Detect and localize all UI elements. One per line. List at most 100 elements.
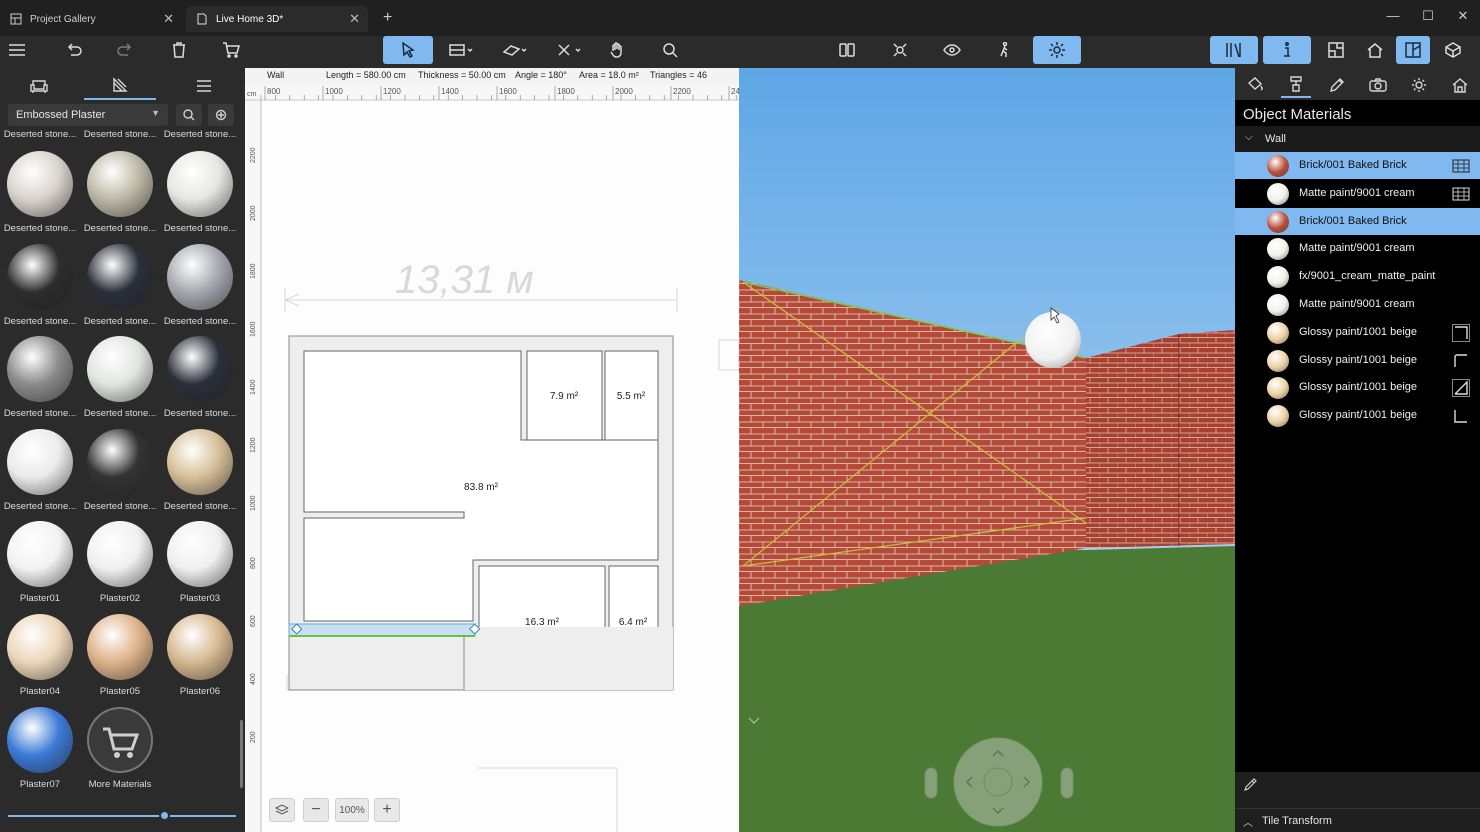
tab-materials[interactable] (84, 72, 156, 100)
material-swatch[interactable]: More Materials (80, 706, 160, 797)
material-swatch[interactable]: Deserted stone... (160, 151, 240, 241)
material-swatch[interactable]: Plaster04 (0, 614, 80, 704)
close-icon[interactable]: ✕ (349, 11, 360, 27)
walk-button[interactable] (987, 36, 1021, 64)
close-window-button[interactable]: ✕ (1448, 4, 1478, 28)
material-row[interactable]: Matte paint/9001 cream (1235, 235, 1480, 262)
tab-list[interactable] (168, 72, 240, 100)
split-view-button[interactable] (830, 36, 864, 64)
material-row[interactable]: Glossy paint/1001 beige (1235, 347, 1480, 374)
material-swatch[interactable]: Deserted stone... (0, 151, 80, 241)
delete-button[interactable] (162, 36, 196, 64)
layers-button[interactable] (269, 798, 295, 822)
3d-view-button[interactable] (1436, 36, 1470, 64)
house-icon (1452, 78, 1468, 93)
select-tool-button[interactable] (383, 36, 433, 64)
cart-icon (87, 706, 153, 773)
material-swatch[interactable]: Plaster07 (0, 706, 80, 797)
split-3d-button[interactable] (1396, 36, 1430, 64)
tile-transform-section[interactable]: ︿ Tile Transform (1235, 808, 1480, 832)
corner-icon[interactable] (1452, 407, 1470, 425)
wall-tool-button[interactable] (440, 36, 482, 64)
material-swatch[interactable]: Plaster02 (80, 521, 160, 611)
zoom-in-button[interactable]: + (374, 798, 400, 822)
search-button[interactable] (176, 104, 202, 126)
category-select[interactable]: Embossed Plaster ▼ (8, 104, 168, 126)
plan-view-button[interactable] (1319, 36, 1353, 64)
trash-icon (173, 42, 185, 58)
plan-canvas[interactable]: 800 1000 1200 1400 1600 1800 2000 2200 24 2200 20… (245, 68, 739, 832)
tab-project-gallery[interactable]: Project Gallery ✕ (0, 6, 182, 32)
slider-handle[interactable] (159, 810, 170, 821)
daylight-button[interactable] (1033, 36, 1081, 64)
tab-object[interactable] (1240, 72, 1270, 98)
minimize-button[interactable]: — (1378, 4, 1408, 28)
thumbnail-size-slider[interactable] (8, 815, 236, 817)
maximize-button[interactable]: ☐ (1413, 4, 1443, 28)
material-row[interactable]: Glossy paint/1001 beige (1235, 319, 1480, 346)
material-preview-sphere[interactable] (1025, 312, 1081, 368)
material-row[interactable]: Matte paint/9001 cream (1235, 180, 1480, 207)
material-swatch[interactable]: Deserted stone... (80, 336, 160, 426)
menu-button[interactable] (0, 36, 34, 64)
room-area-label: 83.8 m² (464, 482, 499, 493)
material-row[interactable]: Matte paint/9001 cream (1235, 291, 1480, 318)
material-swatch[interactable]: Plaster01 (0, 521, 80, 611)
material-row[interactable]: Brick/001 Baked Brick (1235, 152, 1480, 179)
floor-tool-button[interactable] (494, 36, 536, 64)
material-row[interactable]: Brick/001 Baked Brick (1235, 207, 1480, 235)
corner-icon[interactable] (1452, 379, 1470, 398)
new-tab-button[interactable]: + (383, 9, 392, 27)
tab-camera[interactable] (1363, 72, 1393, 98)
chevron-up-icon[interactable]: ︿ (1243, 814, 1253, 829)
explode-button[interactable] (883, 36, 917, 64)
3d-scene[interactable] (739, 68, 1235, 832)
material-swatch[interactable]: Deserted stone... (0, 336, 80, 426)
tab-objects[interactable] (3, 72, 75, 100)
material-row[interactable]: fx/9001_cream_matte_paint (1235, 263, 1480, 290)
map-icon[interactable] (1452, 157, 1470, 175)
material-swatch[interactable]: Deserted stone... (0, 243, 80, 334)
plan-view[interactable]: Wall Length = 580.00 cm Thickness = 50.0… (245, 68, 739, 832)
tab-edit[interactable] (1322, 72, 1352, 98)
scrollbar[interactable] (240, 720, 243, 788)
zoom-level[interactable]: 100% (335, 798, 369, 822)
chevron-down-icon[interactable]: ⌵ (1245, 132, 1253, 143)
library-button[interactable] (1210, 36, 1258, 64)
zoom-out-button[interactable]: − (303, 798, 329, 822)
material-row[interactable]: Glossy paint/1001 beige (1235, 374, 1480, 401)
eyedropper-button[interactable] (208, 104, 234, 126)
tab-materials[interactable] (1281, 72, 1311, 98)
corner-icon[interactable] (1452, 352, 1470, 370)
ruler-label: 2200 (673, 87, 691, 96)
eyedropper-icon[interactable] (1243, 778, 1257, 792)
material-swatch[interactable]: Deserted stone... (80, 243, 160, 334)
zoom-tool-button[interactable] (653, 36, 687, 64)
map-icon[interactable] (1452, 185, 1470, 203)
close-icon[interactable]: ✕ (163, 11, 174, 27)
material-swatch[interactable]: Deserted stone... (80, 428, 160, 519)
tab-light[interactable] (1404, 72, 1434, 98)
inspector-button[interactable] (1263, 36, 1311, 64)
material-swatch[interactable]: Deserted stone... (160, 243, 240, 334)
undo-button[interactable] (57, 36, 91, 64)
elevation-view-button[interactable] (1358, 36, 1392, 64)
visibility-button[interactable] (935, 36, 969, 64)
3d-view[interactable] (739, 68, 1235, 832)
store-button[interactable] (214, 36, 248, 64)
material-group-header[interactable]: ⌵ Wall (1235, 126, 1480, 152)
material-swatch[interactable]: Plaster03 (160, 521, 240, 611)
redo-button[interactable] (108, 36, 142, 64)
material-swatch[interactable]: Plaster05 (80, 614, 160, 704)
tab-building[interactable] (1445, 72, 1475, 98)
pan-tool-button[interactable] (600, 36, 634, 64)
material-swatch[interactable]: Deserted stone... (0, 428, 80, 519)
tab-live-home[interactable]: Live Home 3D* ✕ (186, 6, 368, 32)
material-row[interactable]: Glossy paint/1001 beige (1235, 402, 1480, 429)
material-swatch[interactable]: Plaster06 (160, 614, 240, 704)
material-swatch[interactable]: Deserted stone... (160, 336, 240, 426)
dimension-tool-button[interactable] (548, 36, 590, 64)
material-swatch[interactable]: Deserted stone... (160, 428, 240, 519)
corner-icon[interactable] (1452, 323, 1470, 342)
material-swatch[interactable]: Deserted stone... (80, 151, 160, 241)
